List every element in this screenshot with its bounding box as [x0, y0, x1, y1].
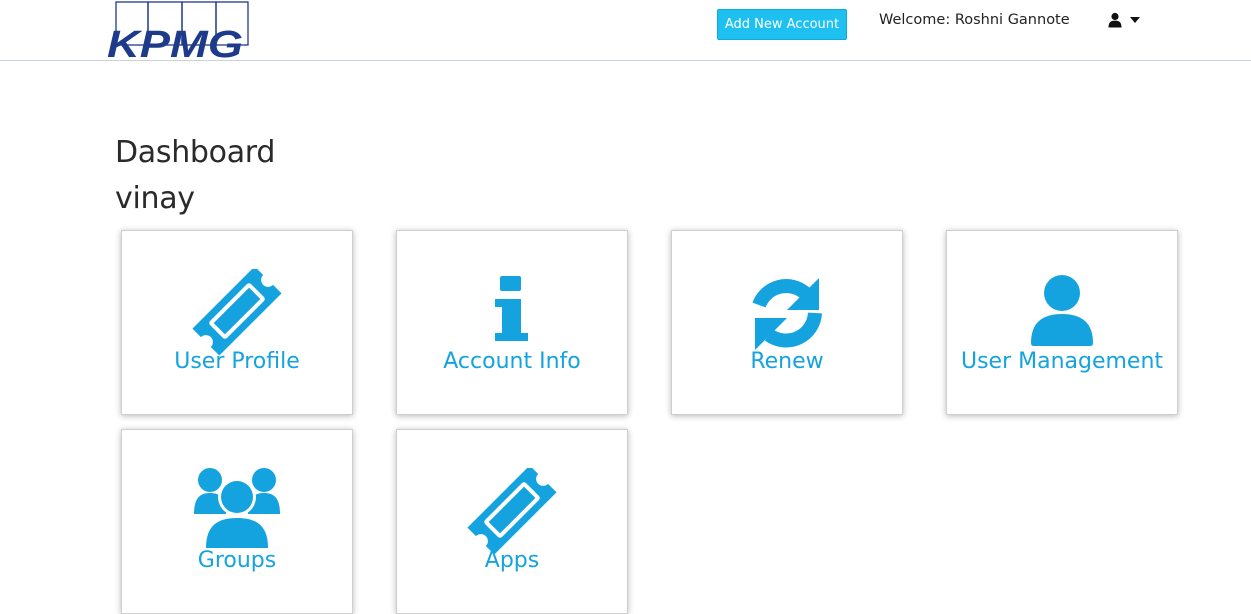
page-subtitle: vinay — [115, 181, 195, 216]
tile-label: Apps — [484, 548, 540, 573]
tile-user-profile[interactable]: User Profile — [121, 230, 353, 415]
tile-renew[interactable]: Renew — [671, 230, 903, 415]
tile-label: User Profile — [174, 349, 300, 374]
page-title: Dashboard — [115, 135, 276, 170]
user-icon — [1108, 12, 1122, 28]
top-navbar: KPMG Add New Account Welcome: Roshni Gan… — [0, 0, 1251, 61]
caret-down-icon — [1130, 17, 1140, 23]
tile-account-info[interactable]: Account Info — [396, 230, 628, 415]
kpmg-logo[interactable]: KPMG — [106, 1, 252, 59]
tile-groups[interactable]: Groups — [121, 429, 353, 614]
ticket-icon — [192, 269, 282, 356]
tile-user-management[interactable]: User Management — [946, 230, 1178, 415]
welcome-text: Welcome: Roshni Gannote — [879, 12, 1070, 28]
user-icon — [1031, 275, 1093, 346]
svg-text:KPMG: KPMG — [107, 24, 243, 59]
tile-apps[interactable]: Apps — [396, 429, 628, 614]
add-new-account-button[interactable]: Add New Account — [717, 9, 847, 40]
user-menu-dropdown[interactable] — [1108, 12, 1142, 32]
tile-label: Groups — [197, 548, 277, 573]
tile-label: User Management — [960, 349, 1164, 374]
ticket-icon — [467, 468, 557, 555]
group-icon — [194, 468, 280, 549]
refresh-icon — [752, 278, 822, 350]
tile-label: Account Info — [443, 349, 581, 374]
info-icon — [495, 276, 528, 341]
tile-label: Renew — [750, 349, 824, 374]
